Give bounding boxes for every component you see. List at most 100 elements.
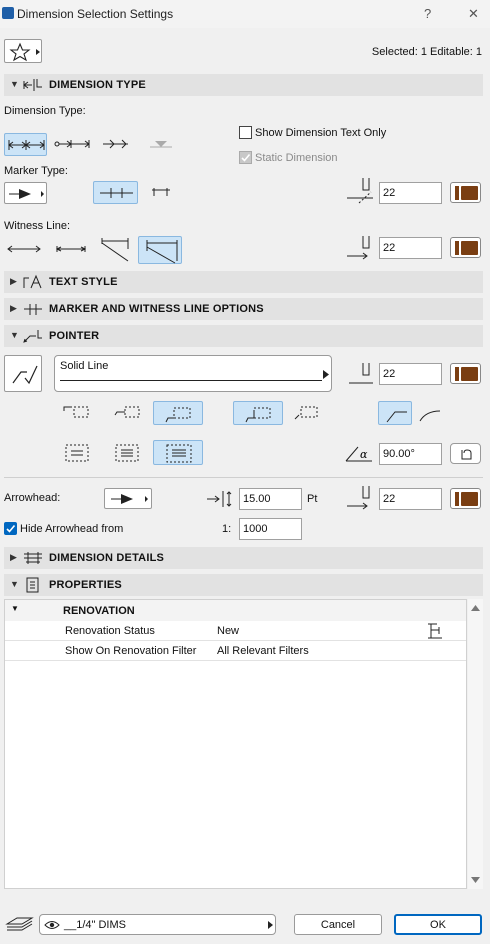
divider — [4, 477, 483, 478]
show-text-only-checkbox[interactable] — [239, 126, 252, 139]
section-title: MARKER AND WITNESS LINE OPTIONS — [49, 303, 264, 315]
pointer-icon — [22, 328, 44, 344]
arrow-marker-icon — [9, 189, 44, 199]
scale-prefix: 1: — [222, 523, 232, 535]
witness-none-icon — [7, 245, 41, 253]
property-value: All Relevant Filters — [217, 645, 309, 657]
witness-short-icon — [55, 246, 87, 252]
table-row[interactable]: Show On Renovation Filter All Relevant F… — [5, 641, 466, 661]
arrowhead-pen-color[interactable] — [450, 488, 481, 509]
text-frame-lines[interactable] — [112, 441, 144, 465]
layer-settings-icon[interactable] — [4, 914, 34, 934]
pointer-corner-curved[interactable] — [416, 401, 446, 425]
witness-full-icon — [146, 240, 178, 264]
properties-scrollbar[interactable] — [468, 599, 483, 889]
arrowhead-dropdown[interactable] — [104, 488, 152, 509]
hide-arrowhead-label: Hide Arrowhead from — [20, 523, 124, 535]
arrowhead-icon — [111, 494, 148, 504]
properties-table[interactable]: ▼ RENOVATION Renovation Status New Show … — [4, 599, 467, 889]
selection-info: Selected: 1 Editable: 1 — [371, 46, 482, 58]
collapse-arrow-icon: ▶ — [10, 276, 17, 286]
solid-line-preview — [60, 380, 322, 381]
section-dimension-type[interactable]: ▼ DIMENSION TYPE — [4, 74, 483, 96]
angle-input[interactable]: 90.00° — [379, 443, 442, 465]
marker-pen-color[interactable] — [450, 182, 481, 203]
arrowhead-size-input[interactable]: 15.00 — [239, 488, 302, 510]
help-button[interactable]: ? — [424, 6, 431, 21]
pointer-corner-sharp[interactable] — [378, 401, 412, 425]
scroll-down-icon[interactable] — [471, 877, 480, 883]
ok-button[interactable]: OK — [394, 914, 482, 935]
attach-right-icon — [294, 406, 318, 420]
static-dimension-label: Static Dimension — [255, 152, 338, 164]
table-row[interactable]: Renovation Status New — [5, 621, 466, 641]
close-button[interactable]: ✕ — [468, 6, 479, 22]
marker-type-dropdown[interactable] — [4, 182, 47, 204]
pointer-pen-input[interactable]: 22 — [379, 363, 442, 385]
dimension-details-icon — [22, 550, 44, 566]
marker-witness-icon — [22, 301, 44, 317]
section-marker-witness[interactable]: ▶ MARKER AND WITNESS LINE OPTIONS — [4, 298, 483, 320]
group-row[interactable]: ▼ RENOVATION — [5, 600, 466, 621]
marker-both-ends[interactable] — [93, 181, 138, 204]
arrowhead-size-icon — [205, 488, 237, 510]
hide-arrowhead-checkbox[interactable] — [4, 522, 17, 535]
witness-short[interactable] — [53, 237, 89, 261]
section-title: POINTER — [49, 330, 100, 342]
pointer-pen-icon — [345, 361, 375, 389]
linear-dimension-icon — [8, 140, 45, 150]
layer-name: __1/4" DIMS — [64, 919, 126, 931]
pointer-attach-bottom[interactable] — [153, 401, 203, 425]
section-text-style[interactable]: ▶ TEXT STYLE — [4, 271, 483, 293]
witness-full[interactable] — [138, 236, 182, 264]
dim-type-linear[interactable] — [4, 133, 47, 156]
marker-type-label: Marker Type: — [4, 165, 68, 177]
favorites-button[interactable] — [4, 39, 42, 63]
frame-dashed-icon — [65, 444, 89, 462]
property-value: New — [217, 625, 240, 637]
section-dimension-details[interactable]: ▶ DIMENSION DETAILS — [4, 547, 483, 569]
pointer-attach-left[interactable] — [233, 401, 283, 425]
sharp-corner-icon — [386, 411, 407, 423]
dimension-type-icon — [22, 77, 44, 93]
expand-arrow-icon: ▼ — [10, 79, 19, 89]
pointer-attach-middle[interactable] — [111, 401, 145, 423]
angle-pick-button[interactable] — [450, 443, 481, 464]
text-frame-dashed[interactable] — [62, 441, 94, 465]
scroll-up-icon[interactable] — [471, 605, 480, 611]
layer-dropdown[interactable]: __1/4" DIMS — [39, 914, 276, 935]
cancel-button[interactable]: Cancel — [294, 914, 382, 935]
marker-pen-icon — [345, 176, 375, 204]
witness-pen-color[interactable] — [450, 237, 481, 258]
dropdown-arrow-icon — [323, 370, 329, 379]
static-dimension-checkbox[interactable] — [239, 151, 252, 164]
eye-icon — [44, 921, 60, 929]
witness-dynamic[interactable] — [98, 235, 132, 263]
marker-pen-input[interactable]: 22 — [379, 182, 442, 204]
text-frame-full[interactable] — [153, 440, 203, 465]
baseline-dimension-icon — [54, 140, 90, 148]
section-title: DIMENSION DETAILS — [49, 552, 165, 564]
marker-offset[interactable] — [147, 181, 175, 204]
dim-type-baseline[interactable] — [53, 133, 93, 156]
section-pointer[interactable]: ▼ POINTER — [4, 325, 483, 347]
property-name: Renovation Status — [65, 625, 155, 637]
arrowhead-pen-icon — [345, 484, 375, 512]
section-properties[interactable]: ▼ PROPERTIES — [4, 574, 483, 596]
pointer-toggle[interactable] — [4, 355, 42, 392]
dim-type-elevation[interactable] — [146, 133, 176, 156]
collapse-arrow-icon: ▶ — [10, 552, 17, 562]
app-icon — [2, 7, 14, 19]
pointer-line-type-dropdown[interactable]: Solid Line — [54, 355, 332, 392]
witness-none[interactable] — [4, 237, 44, 261]
pointer-attach-top[interactable] — [60, 401, 94, 423]
dim-type-cumulative[interactable] — [100, 133, 132, 156]
arrowhead-pen-input[interactable]: 22 — [379, 488, 442, 510]
pointer-pen-color[interactable] — [450, 363, 481, 384]
witness-line-label: Witness Line: — [4, 220, 71, 232]
scale-input[interactable]: 1000 — [239, 518, 302, 540]
section-title: PROPERTIES — [49, 579, 122, 591]
pointer-attach-right[interactable] — [291, 401, 325, 423]
line-type-value: Solid Line — [60, 360, 109, 372]
witness-pen-input[interactable]: 22 — [379, 237, 442, 259]
